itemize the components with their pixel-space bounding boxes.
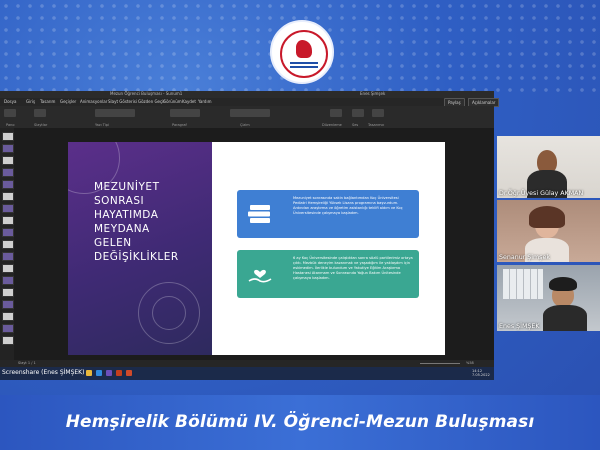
- ribbon-group-ses: Ses: [352, 123, 359, 127]
- font-selector[interactable]: [95, 109, 135, 117]
- menu-kaydet[interactable]: Kaydet: [182, 99, 196, 104]
- drawing-shapes[interactable]: [230, 109, 270, 117]
- ribbon-group-yazi-tipi: Yazı Tipi: [95, 123, 109, 127]
- slide-title: MEZUNİYET SONRASI HAYATIMDA MEYDANA GELE…: [94, 180, 208, 264]
- slide-thumbnail[interactable]: [2, 288, 14, 297]
- slide-thumbnail[interactable]: [2, 228, 14, 237]
- clock-date: 7.05.2022: [472, 373, 490, 377]
- paste-button[interactable]: [4, 109, 16, 117]
- ribbon-group-slaytlar: Slaytlar: [34, 123, 48, 127]
- participant-tile[interactable]: Enes ŞİMŞEK: [497, 265, 600, 331]
- slide-thumbnail[interactable]: [2, 204, 14, 213]
- ribbon-group-duzenleme: Düzenleme: [322, 123, 342, 127]
- slide-thumbnail[interactable]: [2, 300, 14, 309]
- slide-thumbnail[interactable]: [2, 276, 14, 285]
- menu-animasyonlar[interactable]: Animasyonlar: [80, 99, 107, 104]
- event-caption: Hemşirelik Bölümü IV. Öğrenci-Mezun Bulu…: [65, 412, 535, 432]
- powerpoint-icon[interactable]: [116, 370, 122, 376]
- slide-thumbnail[interactable]: [2, 180, 14, 189]
- menu-yardim[interactable]: Yardım: [198, 99, 211, 104]
- menu-gorunum[interactable]: Görünüm: [163, 99, 182, 104]
- menu-dosya[interactable]: Dosya: [4, 99, 16, 104]
- slide-title-line: HAYATIMDA: [94, 209, 159, 221]
- menu-slayt-gosterisi[interactable]: Slayt Gösterisi: [108, 99, 137, 104]
- slide-thumbnail[interactable]: [2, 192, 14, 201]
- slide-thumbnail[interactable]: [2, 216, 14, 225]
- ribbon-group-cizim: Çizim: [240, 123, 250, 127]
- file-explorer-icon[interactable]: [86, 370, 92, 376]
- slide-thumbnail[interactable]: [2, 168, 14, 177]
- info-card-text: Mezuniyet sonrasında sakin bağlantımdan …: [293, 196, 403, 215]
- menu-gecisler[interactable]: Geçişler: [60, 99, 76, 104]
- decorative-circle: [152, 296, 186, 330]
- ppt-menubar: Dosya Giriş Tasarım Geçişler Animasyonla…: [0, 98, 500, 107]
- slide-title-panel: MEZUNİYET SONRASI HAYATIMDA MEYDANA GELE…: [68, 142, 212, 355]
- slide-thumbnail-pane: [0, 128, 14, 368]
- participant-name: Senanur Şimşek: [499, 254, 550, 261]
- slide-thumbnail[interactable]: [2, 240, 14, 249]
- slide-title-line: MEYDANA: [94, 223, 150, 235]
- slide-title-line: DEĞİŞİKLİKLER: [94, 251, 179, 263]
- menu-giris[interactable]: Giriş: [26, 99, 35, 104]
- waves-emblem-icon: [290, 60, 318, 68]
- info-card-blue: Mezuniyet sonrasında sakin bağlantımdan …: [237, 190, 419, 238]
- slide-thumbnail[interactable]: [2, 132, 14, 141]
- books-icon: [248, 205, 270, 223]
- participant-tile[interactable]: Senanur Şimşek: [497, 200, 600, 262]
- heart-hand-icon: [248, 269, 272, 283]
- find-button[interactable]: [330, 109, 342, 117]
- slide-thumbnail[interactable]: [2, 324, 14, 333]
- designer-button[interactable]: [372, 109, 384, 117]
- slide-thumbnail[interactable]: [2, 156, 14, 165]
- participant-name: Enes ŞİMŞEK: [499, 323, 540, 330]
- slide-thumbnail[interactable]: [2, 312, 14, 321]
- participant-name: Dr.Öğr.Üyesi Gülay AKMAN: [499, 190, 584, 197]
- info-card-green: 6 ay Koç Üniversitesinde çalıştıktan son…: [237, 250, 419, 298]
- teams-icon[interactable]: [106, 370, 112, 376]
- ppt-titlebar: Mezun Öğrenci Buluşması - Sunum1 Enes Şi…: [0, 91, 494, 98]
- zoom-level[interactable]: %58: [466, 361, 474, 365]
- slide-title-line: MEZUNİYET: [94, 181, 160, 193]
- media-icon[interactable]: [126, 370, 132, 376]
- slide-title-line: SONRASI: [94, 195, 145, 207]
- menu-gozden-gecir[interactable]: Gözden Geçir: [138, 99, 165, 104]
- ppt-user-name: Enes Şimşek: [360, 91, 386, 96]
- ribbon-group-pano: Pano: [6, 123, 15, 127]
- slide-thumbnail[interactable]: [2, 336, 14, 345]
- taskbar-clock: 14:12 7.05.2022: [472, 369, 490, 377]
- new-slide-button[interactable]: [34, 109, 46, 117]
- ribbon-group-tasarimci: Tasarımcı: [368, 123, 385, 127]
- paragraph-controls[interactable]: [170, 109, 200, 117]
- horse-emblem-icon: [296, 40, 312, 58]
- slide-thumbnail[interactable]: [2, 264, 14, 273]
- screenshare-label: Screenshare (Enes ŞİMŞEK): [2, 369, 85, 376]
- presentation-slide[interactable]: MEZUNİYET SONRASI HAYATIMDA MEYDANA GELE…: [68, 142, 445, 355]
- zoom-slider[interactable]: [420, 363, 460, 364]
- slide-title-line: GELEN: [94, 237, 132, 249]
- participant-tile[interactable]: Dr.Öğr.Üyesi Gülay AKMAN: [497, 136, 600, 198]
- slide-counter: Slayt 1 / 1: [18, 361, 36, 365]
- windows-taskbar: Screenshare (Enes ŞİMŞEK) 14:12 7.05.202…: [0, 367, 494, 380]
- ppt-ribbon: Pano Slaytlar Yazı Tipi Paragraf Çizim D…: [0, 106, 494, 129]
- slide-thumbnail[interactable]: [2, 144, 14, 153]
- university-logo: [270, 20, 334, 84]
- ribbon-group-paragraf: Paragraf: [172, 123, 187, 127]
- dictate-button[interactable]: [352, 109, 364, 117]
- ppt-document-title: Mezun Öğrenci Buluşması - Sunum1: [110, 91, 183, 96]
- menu-tasarim[interactable]: Tasarım: [40, 99, 55, 104]
- browser-icon[interactable]: [96, 370, 102, 376]
- slide-thumbnail[interactable]: [2, 252, 14, 261]
- info-card-text: 6 ay Koç Üniversitesinde çalıştıktan son…: [293, 256, 413, 280]
